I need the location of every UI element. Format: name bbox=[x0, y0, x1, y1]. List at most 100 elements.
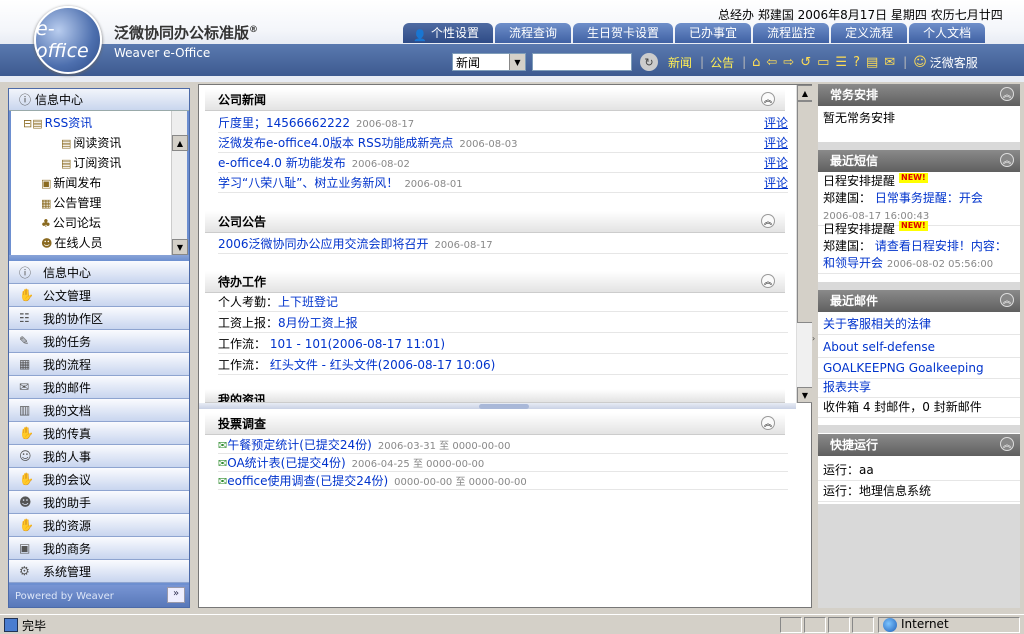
tree-item-subscribe-news[interactable]: ▤ 订阅资讯 bbox=[61, 154, 121, 171]
comment-link[interactable]: 评论 bbox=[764, 133, 788, 153]
collapse-icon[interactable]: ︽ bbox=[1000, 293, 1014, 307]
content-splitter[interactable] bbox=[199, 403, 796, 409]
menu-my-hr[interactable]: ☺ 我的人事 bbox=[9, 445, 189, 468]
scroll-up-icon[interactable]: ▲ bbox=[172, 135, 188, 151]
comment-link[interactable]: 评论 bbox=[764, 173, 788, 193]
tab-flow-monitor[interactable]: 流程监控 bbox=[753, 23, 830, 43]
sms-link[interactable]: 请查看日程安排！内容： bbox=[871, 239, 1007, 253]
scroll-down-icon[interactable]: ▼ bbox=[797, 387, 813, 403]
info-tree: ⊟▤ RSS资讯 ▤ 阅读资讯 ▤ 订阅资讯 ▣ 新闻发布 ▦ 公告管理 ♣ 公司论坛 ☻ 在… bbox=[11, 111, 188, 255]
comment-link[interactable]: 评论 bbox=[764, 113, 788, 133]
quick-run-item[interactable]: 运行：地理信息系统 bbox=[818, 481, 1020, 502]
collapse-icon[interactable]: ︽ bbox=[1000, 87, 1014, 101]
document-icon: ▤ bbox=[61, 157, 72, 170]
vote-link[interactable]: eoffice使用调查(已提交24份) bbox=[227, 474, 388, 488]
tree-scrollbar[interactable]: ▲ ▼ bbox=[171, 111, 188, 255]
tab-define-flow[interactable]: 定义流程 bbox=[831, 23, 908, 43]
todo-link[interactable]: 红头文件 - 红头文件(2006-08-17 10:06) bbox=[266, 358, 495, 372]
collapse-icon[interactable]: ︽ bbox=[761, 92, 775, 106]
tab-personal-settings[interactable]: 👤 个性设置 bbox=[403, 23, 494, 43]
books-icon[interactable]: ▤ bbox=[866, 55, 878, 70]
menu-info-center[interactable]: ⓘ 信息中心 bbox=[9, 261, 189, 284]
menu-my-collaboration[interactable]: ☷ 我的协作区 bbox=[9, 307, 189, 330]
forward-arrow-icon[interactable]: ⇨ bbox=[783, 55, 794, 70]
collapse-icon[interactable]: ︽ bbox=[1000, 437, 1014, 451]
news-link[interactable]: 泛微发布e-office4.0版本 RSS功能成新亮点 bbox=[218, 136, 453, 150]
mail-item[interactable]: 关于客服相关的法律 bbox=[818, 314, 1020, 335]
news-date: 2006-08-02 bbox=[351, 159, 410, 170]
product-subtitle: Weaver e-Office bbox=[114, 46, 211, 60]
help-icon[interactable]: ? bbox=[853, 55, 860, 70]
tab-birthday-card[interactable]: 生日贺卡设置 bbox=[573, 23, 674, 43]
scroll-up-icon[interactable]: ▲ bbox=[797, 85, 813, 101]
vote-section-header: 投票调查 ︽ bbox=[205, 413, 785, 435]
list-icon[interactable]: ☰ bbox=[835, 55, 847, 70]
menu-my-assistant[interactable]: ☻ 我的助手 bbox=[9, 491, 189, 514]
menu-my-mail[interactable]: ✉ 我的邮件 bbox=[9, 376, 189, 399]
news-link[interactable]: e-office4.0 新功能发布 bbox=[218, 156, 346, 170]
collapse-icon[interactable]: ︽ bbox=[761, 214, 775, 228]
home-icon[interactable]: ⌂ bbox=[752, 55, 760, 70]
menu-my-fax[interactable]: ✋ 我的传真 bbox=[9, 422, 189, 445]
news-link[interactable]: 新闻 bbox=[668, 54, 692, 71]
menu-my-business[interactable]: ▣ 我的商务 bbox=[9, 537, 189, 560]
mail-item[interactable]: 报表共享 bbox=[818, 377, 1020, 398]
rss-section-header: 我的资讯 bbox=[205, 389, 785, 403]
go-search-icon[interactable]: ↻ bbox=[640, 53, 658, 71]
menu-system-management[interactable]: ⚙ 系统管理 bbox=[9, 560, 189, 583]
tree-item-news-publish[interactable]: ▣ 新闻发布 bbox=[41, 174, 101, 191]
customer-service-link[interactable]: 泛微客服 bbox=[930, 54, 978, 71]
status-pane bbox=[852, 617, 874, 633]
todo-link[interactable]: 8月份工资上报 bbox=[278, 316, 358, 330]
folder-icon[interactable]: ▭ bbox=[817, 55, 829, 70]
news-link[interactable]: 学习“八荣八耻”、树立业务新风！ bbox=[218, 176, 398, 190]
refresh-icon[interactable]: ↺ bbox=[800, 55, 811, 70]
mail-header: 最近邮件 ︽ bbox=[818, 290, 1020, 312]
vote-link[interactable]: 午餐预定统计(已提交24份) bbox=[227, 438, 372, 452]
tree-item-notice-admin[interactable]: ▦ 公告管理 bbox=[41, 194, 101, 211]
tab-personal-docs[interactable]: 个人文档 bbox=[909, 23, 986, 43]
menu-my-tasks[interactable]: ✎ 我的任务 bbox=[9, 330, 189, 353]
mail-item[interactable]: GOALKEEPNG Goalkeeping bbox=[818, 358, 1020, 379]
comment-link[interactable]: 评论 bbox=[764, 153, 788, 173]
content-scrollbar[interactable]: ▲ ▼ bbox=[796, 85, 813, 403]
collapse-sidebar-button[interactable]: » bbox=[167, 587, 185, 603]
email-icon[interactable]: ✉ bbox=[884, 55, 895, 70]
splitter-knob[interactable] bbox=[479, 404, 529, 409]
info-center-header[interactable]: ⓘ 信息中心 bbox=[9, 89, 189, 111]
vote-link[interactable]: OA统计表(已提交4份) bbox=[227, 456, 345, 470]
sms-link[interactable]: 日常事务提醒：开会 bbox=[871, 191, 983, 205]
tree-item-read-news[interactable]: ▤ 阅读资讯 bbox=[61, 134, 121, 151]
menu-my-meetings[interactable]: ✋ 我的会议 bbox=[9, 468, 189, 491]
sms-message: 郑建国： 日常事务提醒：开会 bbox=[823, 191, 983, 205]
menu-my-flow[interactable]: ▦ 我的流程 bbox=[9, 353, 189, 376]
quick-run-item[interactable]: 运行：aa bbox=[818, 460, 1020, 481]
todo-link[interactable]: 101 - 101(2006-08-17 11:01) bbox=[266, 337, 445, 351]
collapse-icon[interactable]: ︽ bbox=[761, 416, 775, 430]
todo-link[interactable]: 上下班登记 bbox=[278, 295, 338, 309]
back-arrow-icon[interactable]: ⇦ bbox=[766, 55, 777, 70]
tree-item-forum[interactable]: ♣ 公司论坛 bbox=[41, 214, 101, 231]
mail-item[interactable]: About self-defense bbox=[818, 337, 1020, 358]
chevron-right-icon[interactable]: › bbox=[812, 334, 815, 343]
sms-link[interactable]: 和领导开会 bbox=[823, 256, 883, 270]
scroll-thumb[interactable] bbox=[797, 101, 813, 323]
menu-my-resources[interactable]: ✋ 我的资源 bbox=[9, 514, 189, 537]
tab-flow-query[interactable]: 流程查询 bbox=[495, 23, 572, 43]
chevron-down-icon[interactable]: ▼ bbox=[509, 54, 525, 70]
search-category-select[interactable]: 新闻 ▼ bbox=[452, 53, 526, 71]
collapse-icon[interactable]: ︽ bbox=[761, 274, 775, 288]
service-icon[interactable]: ☺ bbox=[913, 55, 927, 70]
scroll-down-icon[interactable]: ▼ bbox=[172, 239, 188, 255]
search-input[interactable] bbox=[532, 53, 632, 71]
menu-document-management[interactable]: ✋ 公文管理 bbox=[9, 284, 189, 307]
notice-link[interactable]: 2006泛微协同办公应用交流会即将召开 bbox=[218, 237, 429, 251]
book-icon: ▥ bbox=[19, 403, 31, 417]
news-link[interactable]: 斤度里；14566662222 bbox=[218, 116, 350, 130]
tree-item-rss[interactable]: ⊟▤ RSS资讯 bbox=[23, 114, 92, 131]
notice-link[interactable]: 公告 bbox=[710, 54, 734, 71]
collapse-icon[interactable]: ︽ bbox=[1000, 153, 1014, 167]
tree-item-online-users[interactable]: ☻ 在线人员 bbox=[41, 234, 102, 251]
tab-done-items[interactable]: 已办事宜 bbox=[675, 23, 752, 43]
menu-my-docs[interactable]: ▥ 我的文档 bbox=[9, 399, 189, 422]
